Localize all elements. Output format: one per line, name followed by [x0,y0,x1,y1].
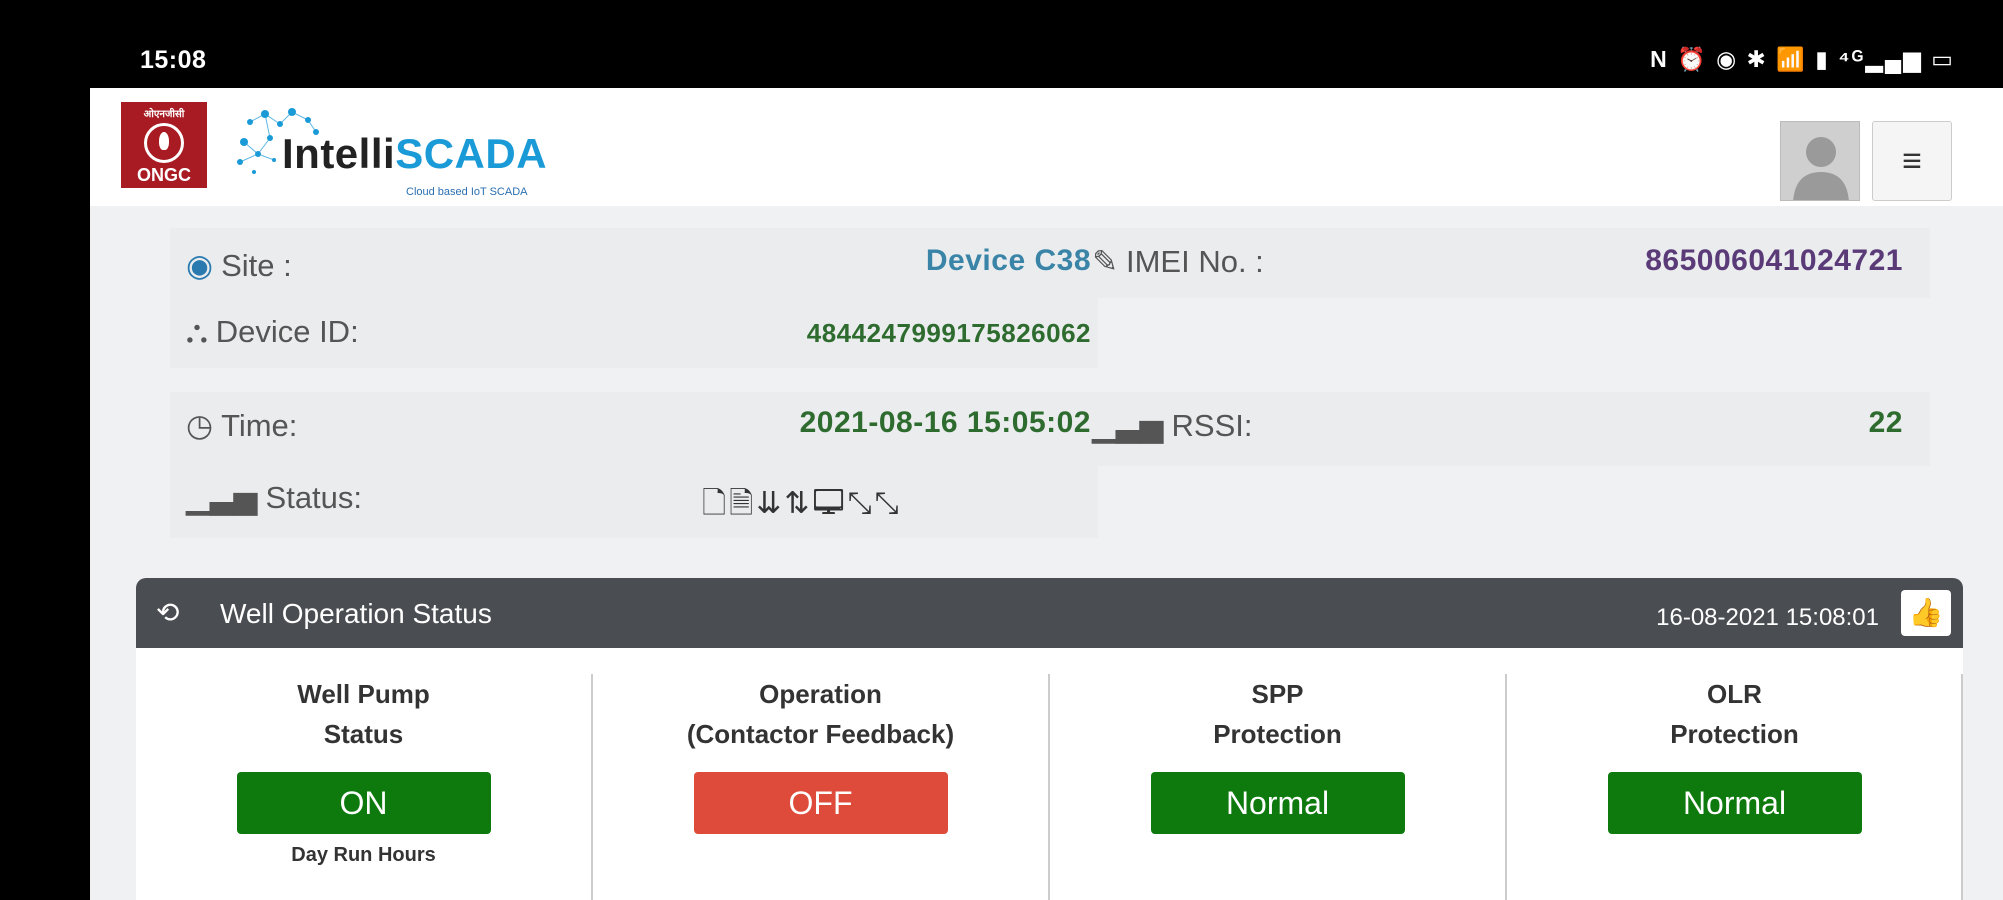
olr-protection-badge: Normal [1607,772,1862,834]
target-icon: ◉ [186,248,214,283]
spp-protection-column: SPP Protection Normal [1050,674,1505,900]
brand-name-prefix: Intelli [282,130,396,177]
ongc-logo: ओएनजीसी ONGC [121,102,207,188]
column-title: Well Pump Status [297,679,430,749]
clock-icon: ◷ [186,408,214,443]
ongc-logo-text-top: ओएनजीसी [143,109,185,120]
operation-status-badge: OFF [693,772,948,834]
device-id-row: ⛬ Device ID: [186,314,359,351]
hamburger-menu-button[interactable]: ≡ [1872,121,1952,201]
well-operation-panel: ⟲ Well Operation Status 16-08-2021 15:08… [136,578,1963,900]
pencil-icon: ✎ [1092,244,1118,279]
panel-timestamp: 16-08-2021 15:08:01 [1656,604,1879,631]
user-silhouette-icon [1793,137,1849,200]
sitemap-icon: ⛬ [186,314,208,349]
site-row: ◉ Site : [186,248,292,284]
ongc-logo-word: ONGC [137,165,191,185]
intelliscada-logo: IntelliSCADA Cloud based IoT SCADA [230,94,570,204]
ongc-flame-icon [144,123,184,163]
status-icons: N ⏰ ◉ ✱ 📶 ▮ ⁴ᴳ▂▄▆ ▭ [1650,46,1955,72]
rssi-value: 22 [1868,406,1903,439]
thumbs-up-icon: 👍 [1908,597,1944,628]
brand-tagline: Cloud based IoT SCADA [406,186,528,198]
spp-protection-badge: Normal [1150,772,1405,834]
column-divider [1961,674,1963,900]
column-title: OLR Protection [1670,679,1799,749]
olr-protection-column: OLR Protection Normal [1507,674,1962,900]
rssi-label: RSSI: [1171,408,1253,443]
operation-column: Operation (Contactor Feedback) OFF [593,674,1048,900]
imei-value: 865006041024721 [1645,244,1903,277]
signal-bars-icon: ▁▃▅ [186,480,258,515]
site-value: Device C38 [925,244,1091,277]
imei-row: ✎ IMEI No. : [1092,244,1264,280]
time-label: Time: [221,408,298,443]
time-value: 2021-08-16 15:05:02 [799,406,1091,439]
user-avatar[interactable] [1780,121,1860,201]
brand-name: IntelliSCADA [282,130,547,178]
app-header: ओएनजीसी ONGC IntelliSCADA Cloud based Io… [90,88,2003,206]
status-indicator-icons: 🗋🗎⇊⇅🖵⤡⤡ [702,487,902,520]
imei-label: IMEI No. : [1125,244,1264,279]
status-row: ▁▃▅ Status: [186,480,362,516]
time-row: ◷ Time: [186,408,297,444]
app-screen: ओएनजीसी ONGC IntelliSCADA Cloud based Io… [90,88,2003,900]
day-run-hours-label: Day Run Hours [291,844,436,866]
history-icon[interactable]: ⟲ [156,596,179,629]
status-label: Status: [265,480,363,515]
system-status-bar: 15:08 N ⏰ ◉ ✱ 📶 ▮ ⁴ᴳ▂▄▆ ▭ [0,0,2003,88]
clock: 15:08 [140,46,207,74]
panel-title: Well Operation Status [220,598,492,629]
well-pump-status-badge: ON [236,772,491,834]
brand-name-suffix: SCADA [395,130,548,177]
device-id-value: 4844247999175826062 [806,318,1091,348]
panel-header: ⟲ Well Operation Status 16-08-2021 15:08… [136,578,1963,648]
thumbs-up-button[interactable]: 👍 [1901,590,1951,636]
column-title: SPP Protection [1213,679,1342,749]
rssi-row: ▁▃▅ RSSI: [1092,408,1253,444]
column-title: Operation (Contactor Feedback) [686,679,955,749]
well-pump-status-column: Well Pump Status ON Day Run Hours [136,674,591,900]
device-id-label: Device ID: [215,314,359,349]
site-label: Site : [221,248,292,283]
hamburger-icon: ≡ [1902,142,1922,180]
signal-icon: ▁▃▅ [1092,408,1164,443]
